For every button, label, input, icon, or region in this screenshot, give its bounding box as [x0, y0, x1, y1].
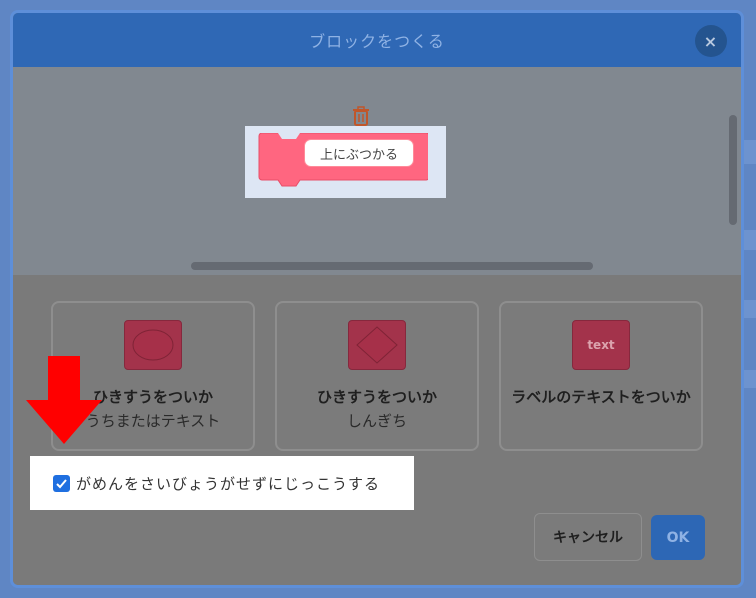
- cancel-button[interactable]: キャンセル: [534, 513, 642, 561]
- close-button[interactable]: ×: [695, 25, 727, 57]
- horizontal-scrollbar[interactable]: [191, 262, 593, 270]
- background-stripe: [742, 300, 756, 318]
- vertical-scrollbar[interactable]: [729, 115, 737, 225]
- option-title: ひきすうをついか: [316, 388, 437, 406]
- background-stripe: [742, 140, 756, 164]
- checkmark-icon: [56, 478, 67, 488]
- checkbox-label: がめんをさいびょうがせずにじっこうする: [76, 474, 381, 493]
- run-without-refresh-checkbox[interactable]: [53, 474, 70, 492]
- text-shape-label: text: [587, 338, 615, 352]
- dialog-title: ブロックをつくる: [309, 32, 445, 51]
- close-icon: ×: [703, 31, 719, 51]
- option-subtitle: うちまたはテキスト: [85, 412, 221, 430]
- custom-block-highlight: 上にぶつかる: [245, 126, 446, 198]
- option-title: ラベルのテキストをついか: [511, 388, 691, 406]
- hexagon-input-icon: [348, 320, 406, 370]
- run-without-refresh-row[interactable]: がめんをさいびょうがせずにじっこうする: [30, 456, 414, 510]
- add-input-boolean-button[interactable]: ひきすうをついか しんぎち: [275, 301, 479, 451]
- ok-button[interactable]: OK: [651, 515, 705, 560]
- background-stripe: [742, 230, 756, 250]
- option-subtitle: しんぎち: [346, 412, 407, 430]
- background-stripe: [742, 370, 756, 388]
- block-workspace[interactable]: 上にぶつかる: [13, 67, 741, 275]
- option-title: ひきすうをついか: [92, 388, 213, 406]
- arrow-down-icon: [26, 356, 102, 444]
- trash-icon[interactable]: [350, 105, 372, 127]
- text-label-icon: text: [572, 320, 630, 370]
- dialog-header: ブロックをつくる ×: [13, 13, 741, 67]
- block-name-input[interactable]: 上にぶつかる: [304, 139, 414, 167]
- add-label-text-button[interactable]: text ラベルのテキストをついか: [499, 301, 703, 451]
- oval-input-icon: [124, 320, 182, 370]
